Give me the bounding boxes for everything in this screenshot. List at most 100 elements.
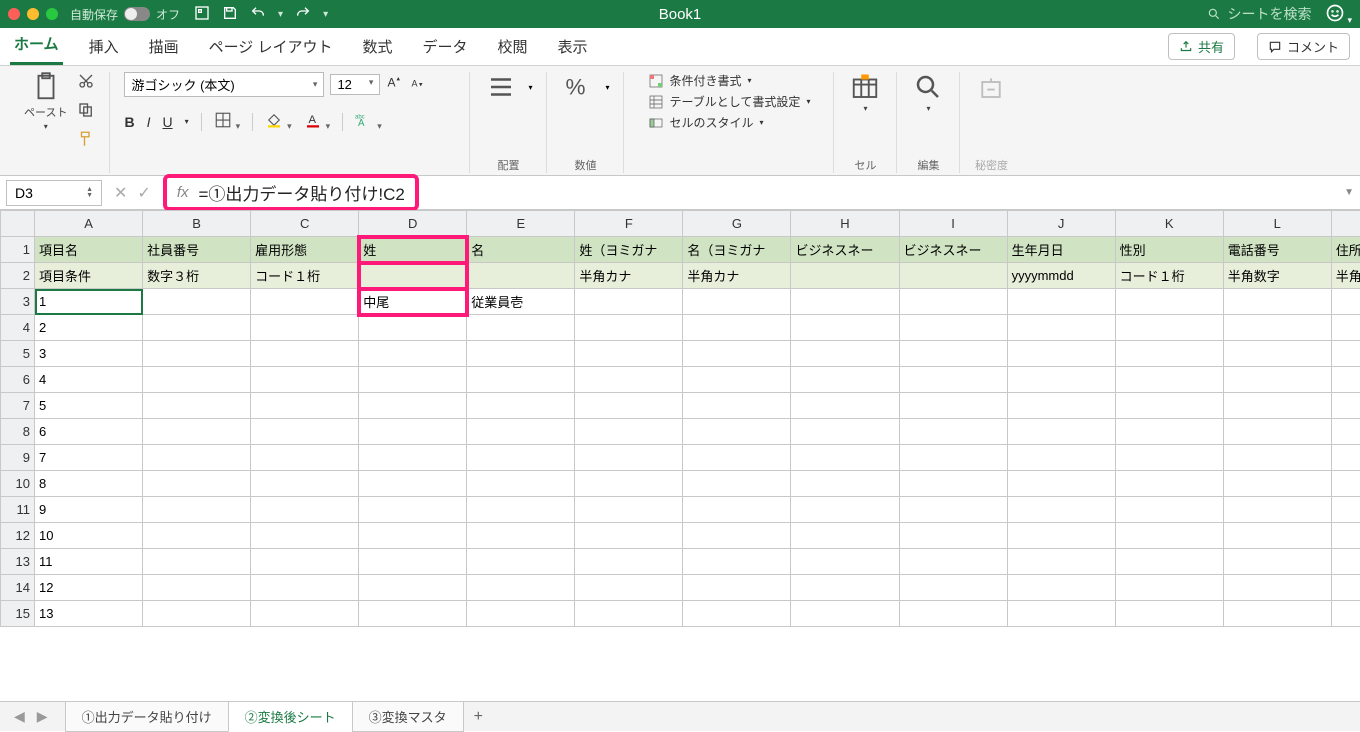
cell[interactable] <box>791 601 899 627</box>
cell[interactable] <box>1331 445 1360 471</box>
cell[interactable] <box>575 601 683 627</box>
cell[interactable] <box>251 523 359 549</box>
col-header[interactable]: J <box>1007 211 1115 237</box>
cell[interactable] <box>1223 289 1331 315</box>
cell[interactable] <box>143 471 251 497</box>
cell[interactable] <box>251 549 359 575</box>
cell[interactable]: 12 <box>35 575 143 601</box>
row-header[interactable]: 14 <box>1 575 35 601</box>
cell[interactable] <box>899 289 1007 315</box>
minimize-window[interactable] <box>27 8 39 20</box>
cell[interactable]: 名（ヨミガナ <box>683 237 791 263</box>
row-header[interactable]: 4 <box>1 315 35 341</box>
cell[interactable]: 7 <box>35 445 143 471</box>
cell[interactable] <box>1331 497 1360 523</box>
autosave-toggle[interactable]: 自動保存 オフ <box>70 6 180 23</box>
cell[interactable] <box>467 367 575 393</box>
share-button[interactable]: 共有 <box>1168 33 1235 60</box>
cell[interactable]: 11 <box>35 549 143 575</box>
cell[interactable] <box>1115 523 1223 549</box>
cell[interactable] <box>791 289 899 315</box>
cell[interactable] <box>467 601 575 627</box>
cell[interactable] <box>683 497 791 523</box>
number-format-button[interactable]: % <box>561 72 595 102</box>
cell[interactable] <box>575 471 683 497</box>
col-header[interactable]: K <box>1115 211 1223 237</box>
cell[interactable] <box>467 497 575 523</box>
cell[interactable] <box>143 601 251 627</box>
underline-button[interactable]: U <box>162 114 172 130</box>
close-window[interactable] <box>8 8 20 20</box>
cell[interactable] <box>1223 601 1331 627</box>
sheet-tab[interactable]: ③変換マスタ <box>352 701 464 732</box>
cell[interactable] <box>143 341 251 367</box>
cell[interactable]: 生年月日 <box>1007 237 1115 263</box>
cell[interactable] <box>143 497 251 523</box>
cell[interactable] <box>251 575 359 601</box>
bold-button[interactable]: B <box>124 114 134 130</box>
format-painter-icon[interactable] <box>77 130 95 153</box>
increase-font-icon[interactable]: A▴ <box>386 73 404 96</box>
cell[interactable]: ビジネスネー <box>899 237 1007 263</box>
cell[interactable] <box>899 341 1007 367</box>
col-header[interactable]: B <box>143 211 251 237</box>
cell[interactable]: 数字３桁 <box>143 263 251 289</box>
cell[interactable] <box>251 601 359 627</box>
cell[interactable] <box>683 471 791 497</box>
cell[interactable]: 雇用形態 <box>251 237 359 263</box>
cell[interactable] <box>1115 445 1223 471</box>
cell[interactable] <box>791 523 899 549</box>
cell[interactable]: 住所（郵 <box>1331 237 1360 263</box>
cell[interactable] <box>1331 341 1360 367</box>
col-header[interactable]: H <box>791 211 899 237</box>
cell[interactable] <box>1007 419 1115 445</box>
cell[interactable]: yyyymmdd <box>1007 263 1115 289</box>
cell[interactable] <box>467 471 575 497</box>
paste-button[interactable]: ペースト ▾ <box>24 72 67 131</box>
cell[interactable] <box>467 393 575 419</box>
cut-icon[interactable] <box>77 72 95 95</box>
tab-home[interactable]: ホーム <box>10 27 63 65</box>
cell[interactable] <box>899 549 1007 575</box>
cell[interactable] <box>1007 575 1115 601</box>
cell[interactable] <box>1331 419 1360 445</box>
cell[interactable] <box>899 393 1007 419</box>
cell[interactable] <box>359 445 467 471</box>
cell[interactable] <box>359 549 467 575</box>
cell[interactable] <box>143 575 251 601</box>
cell[interactable] <box>683 341 791 367</box>
cell[interactable]: 半角カナ <box>575 263 683 289</box>
col-header[interactable]: A <box>35 211 143 237</box>
cell[interactable]: 9 <box>35 497 143 523</box>
cell[interactable] <box>143 393 251 419</box>
cell[interactable] <box>1115 549 1223 575</box>
cell[interactable] <box>467 549 575 575</box>
table-format-button[interactable]: テーブルとして書式設定▾ <box>648 93 811 110</box>
cell[interactable] <box>359 263 467 289</box>
cell[interactable] <box>251 341 359 367</box>
cell[interactable] <box>683 601 791 627</box>
col-header[interactable]: L <box>1223 211 1331 237</box>
cell[interactable] <box>791 315 899 341</box>
cell[interactable] <box>1115 471 1223 497</box>
undo-icon[interactable] <box>250 5 266 24</box>
cell[interactable] <box>1007 523 1115 549</box>
row-header[interactable]: 7 <box>1 393 35 419</box>
cell[interactable]: 半角数字 <box>1331 263 1360 289</box>
cell[interactable] <box>899 263 1007 289</box>
cell[interactable] <box>575 419 683 445</box>
cell[interactable] <box>575 523 683 549</box>
cell[interactable] <box>251 367 359 393</box>
cell-styles-button[interactable]: セルのスタイル▾ <box>648 114 811 131</box>
cell[interactable] <box>251 393 359 419</box>
cell[interactable] <box>359 601 467 627</box>
sensitivity-button[interactable] <box>974 72 1008 102</box>
cell[interactable] <box>791 575 899 601</box>
spreadsheet-grid[interactable]: A B C D E F G H I J K L M 1 項目名 社員番号 雇用形… <box>0 210 1360 701</box>
cell[interactable] <box>791 497 899 523</box>
cell[interactable] <box>791 393 899 419</box>
cell[interactable] <box>1331 393 1360 419</box>
font-name-select[interactable]: 游ゴシック (本文) <box>124 72 324 97</box>
cell[interactable] <box>683 419 791 445</box>
row-header[interactable]: 9 <box>1 445 35 471</box>
